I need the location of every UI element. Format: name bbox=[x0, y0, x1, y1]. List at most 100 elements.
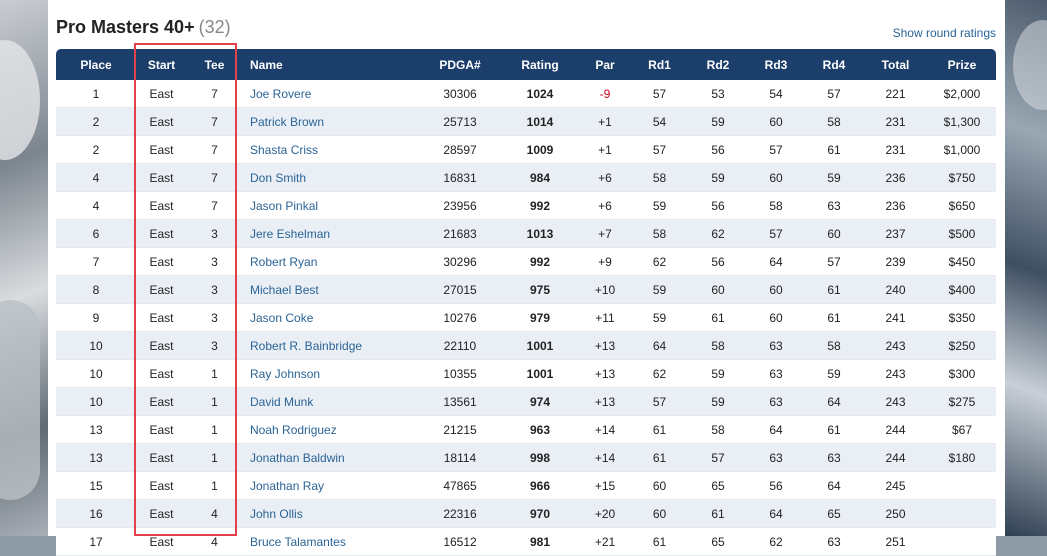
pdga-cell: 28597 bbox=[420, 135, 500, 164]
rating-cell: 981 bbox=[500, 527, 580, 556]
player-name-link[interactable]: Jere Eshelman bbox=[250, 227, 330, 241]
player-name-link[interactable]: Shasta Criss bbox=[250, 143, 318, 157]
total-cell: 243 bbox=[863, 359, 928, 388]
name-cell: Joe Rovere bbox=[242, 80, 420, 108]
tee-cell: 7 bbox=[187, 135, 242, 164]
rd2-cell: 56 bbox=[689, 247, 747, 276]
rd1-cell: 57 bbox=[630, 135, 689, 164]
player-name-link[interactable]: Robert R. Bainbridge bbox=[250, 339, 362, 353]
par-cell: +13 bbox=[580, 387, 630, 416]
column-header-rd1[interactable]: Rd1 bbox=[630, 49, 689, 80]
rd2-cell: 56 bbox=[689, 135, 747, 164]
rating-cell: 966 bbox=[500, 471, 580, 500]
division-heading: Pro Masters 40+ (32) bbox=[56, 17, 231, 38]
par-cell: +21 bbox=[580, 527, 630, 556]
table-row: 9 East 3 Jason Coke 10276 979 +11 59 61 … bbox=[56, 303, 996, 332]
rd3-cell: 64 bbox=[747, 415, 805, 444]
rd3-cell: 57 bbox=[747, 219, 805, 248]
start-cell: East bbox=[136, 303, 187, 332]
name-cell: Don Smith bbox=[242, 163, 420, 192]
player-name-link[interactable]: Michael Best bbox=[250, 283, 319, 297]
rating-cell: 974 bbox=[500, 387, 580, 416]
par-cell: +6 bbox=[580, 191, 630, 220]
column-header-tee[interactable]: Tee bbox=[187, 49, 242, 80]
table-row: 4 East 7 Jason Pinkal 23956 992 +6 59 56… bbox=[56, 191, 996, 220]
rd1-cell: 60 bbox=[630, 471, 689, 500]
rating-cell: 992 bbox=[500, 191, 580, 220]
rd4-cell: 64 bbox=[805, 387, 863, 416]
player-name-link[interactable]: David Munk bbox=[250, 395, 313, 409]
column-header-par[interactable]: Par bbox=[580, 49, 630, 80]
rating-cell: 1001 bbox=[500, 359, 580, 388]
start-cell: East bbox=[136, 499, 187, 528]
place-cell: 6 bbox=[56, 219, 136, 248]
rd3-cell: 57 bbox=[747, 135, 805, 164]
column-header-rating[interactable]: Rating bbox=[500, 49, 580, 80]
rd3-cell: 63 bbox=[747, 359, 805, 388]
place-cell: 16 bbox=[56, 499, 136, 528]
rd4-cell: 63 bbox=[805, 191, 863, 220]
column-header-prize[interactable]: Prize bbox=[928, 49, 996, 80]
name-cell: David Munk bbox=[242, 387, 420, 416]
column-header-rd3[interactable]: Rd3 bbox=[747, 49, 805, 80]
rd3-cell: 60 bbox=[747, 303, 805, 332]
player-name-link[interactable]: Jason Coke bbox=[250, 311, 313, 325]
start-cell: East bbox=[136, 80, 187, 108]
place-cell: 15 bbox=[56, 471, 136, 500]
place-cell: 13 bbox=[56, 443, 136, 472]
total-cell: 239 bbox=[863, 247, 928, 276]
total-cell: 251 bbox=[863, 527, 928, 556]
par-cell: +1 bbox=[580, 135, 630, 164]
rd2-cell: 58 bbox=[689, 331, 747, 360]
pdga-cell: 30306 bbox=[420, 80, 500, 108]
total-cell: 236 bbox=[863, 191, 928, 220]
column-header-rd4[interactable]: Rd4 bbox=[805, 49, 863, 80]
total-cell: 231 bbox=[863, 135, 928, 164]
division-title: Pro Masters 40+ bbox=[56, 17, 195, 37]
name-cell: Jonathan Baldwin bbox=[242, 443, 420, 472]
results-panel: Pro Masters 40+ (32) Show round ratings P… bbox=[48, 0, 1005, 556]
rd4-cell: 58 bbox=[805, 331, 863, 360]
column-header-place[interactable]: Place bbox=[56, 49, 136, 80]
pdga-cell: 30296 bbox=[420, 247, 500, 276]
player-name-link[interactable]: Jason Pinkal bbox=[250, 199, 318, 213]
column-header-total[interactable]: Total bbox=[863, 49, 928, 80]
par-cell: +14 bbox=[580, 415, 630, 444]
background-photo-left bbox=[0, 0, 48, 536]
player-name-link[interactable]: Noah Rodriguez bbox=[250, 423, 337, 437]
player-name-link[interactable]: Jonathan Baldwin bbox=[250, 451, 345, 465]
player-name-link[interactable]: Ray Johnson bbox=[250, 367, 320, 381]
column-header-start[interactable]: Start bbox=[136, 49, 187, 80]
place-cell: 17 bbox=[56, 527, 136, 556]
show-round-ratings-link[interactable]: Show round ratings bbox=[893, 26, 996, 40]
name-cell: Michael Best bbox=[242, 275, 420, 304]
total-cell: 221 bbox=[863, 80, 928, 108]
start-cell: East bbox=[136, 527, 187, 556]
player-name-link[interactable]: Patrick Brown bbox=[250, 115, 324, 129]
column-header-pdga[interactable]: PDGA# bbox=[420, 49, 500, 80]
rd2-cell: 57 bbox=[689, 443, 747, 472]
player-name-link[interactable]: Robert Ryan bbox=[250, 255, 317, 269]
table-row: 2 East 7 Patrick Brown 25713 1014 +1 54 … bbox=[56, 107, 996, 136]
pdga-cell: 22316 bbox=[420, 499, 500, 528]
name-cell: Patrick Brown bbox=[242, 107, 420, 136]
rd3-cell: 63 bbox=[747, 387, 805, 416]
player-name-link[interactable]: Jonathan Ray bbox=[250, 479, 324, 493]
player-name-link[interactable]: Don Smith bbox=[250, 171, 306, 185]
rd1-cell: 58 bbox=[630, 219, 689, 248]
table-row: 7 East 3 Robert Ryan 30296 992 +9 62 56 … bbox=[56, 247, 996, 276]
rd4-cell: 63 bbox=[805, 527, 863, 556]
pdga-cell: 10276 bbox=[420, 303, 500, 332]
column-header-name[interactable]: Name bbox=[242, 49, 420, 80]
rd1-cell: 57 bbox=[630, 80, 689, 108]
rd1-cell: 61 bbox=[630, 415, 689, 444]
prize-cell: $750 bbox=[928, 163, 996, 192]
pdga-cell: 13561 bbox=[420, 387, 500, 416]
column-header-rd2[interactable]: Rd2 bbox=[689, 49, 747, 80]
par-cell: +15 bbox=[580, 471, 630, 500]
rd1-cell: 62 bbox=[630, 359, 689, 388]
player-name-link[interactable]: Bruce Talamantes bbox=[250, 535, 346, 549]
player-name-link[interactable]: John Ollis bbox=[250, 507, 303, 521]
player-name-link[interactable]: Joe Rovere bbox=[250, 87, 311, 101]
place-cell: 10 bbox=[56, 331, 136, 360]
